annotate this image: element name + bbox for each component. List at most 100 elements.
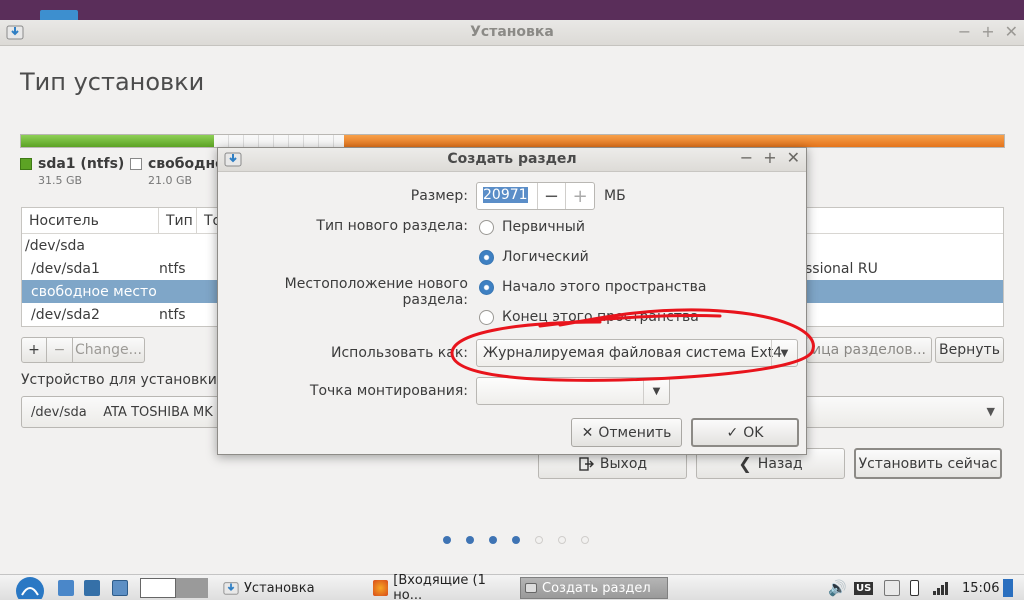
network-tool-icon[interactable] xyxy=(84,577,100,599)
ok-button[interactable]: ✓ OK xyxy=(691,418,799,447)
dialog-title: Создать раздел xyxy=(447,151,577,167)
page-title: Тип установки xyxy=(20,68,205,96)
minimize-icon[interactable]: − xyxy=(958,22,971,41)
power-icon[interactable] xyxy=(1003,577,1013,599)
progress-dot xyxy=(489,536,497,544)
row-device: /dev/sda2 xyxy=(31,306,100,323)
install-now-button[interactable]: Установить сейчас xyxy=(854,448,1002,479)
boot-device-label: Устройство для установки си xyxy=(21,372,239,388)
boot-device-value: /dev/sda ATA TOSHIBA MK xyxy=(31,404,213,420)
window-title: Установка xyxy=(470,24,554,40)
progress-dots xyxy=(443,536,589,544)
row-type: ntfs xyxy=(159,306,186,323)
radio-logical[interactable]: Логический xyxy=(479,249,589,265)
task-mail[interactable]: [Входящие (1 но... xyxy=(368,573,518,600)
task-installer[interactable]: Установка xyxy=(218,577,364,599)
maximize-icon[interactable]: + xyxy=(763,148,776,167)
ok-label: OK xyxy=(743,424,764,441)
desktop-top-strip xyxy=(0,0,1024,20)
filesystem-select[interactable]: Журналируемая файловая система Ext4 ▼ xyxy=(476,339,798,367)
column-header[interactable]: Тип xyxy=(159,208,197,233)
window-titlebar[interactable]: Установка − + ✕ xyxy=(0,20,1024,46)
workspace-2[interactable] xyxy=(176,578,208,598)
radio-location-start[interactable]: Начало этого пространства xyxy=(479,279,706,295)
progress-dot xyxy=(512,536,520,544)
chevron-down-icon: ▼ xyxy=(643,378,669,404)
legend-swatch xyxy=(20,158,32,170)
radio-indicator xyxy=(479,219,494,235)
keyboard-layout[interactable]: US xyxy=(854,577,874,599)
new-partition-table-button[interactable]: ица разделов... xyxy=(806,337,932,363)
legend-name: sda1 (ntfs) xyxy=(38,156,125,172)
change-partition-button[interactable]: Change... xyxy=(73,337,145,363)
chevron-left-icon: ❮ xyxy=(738,454,752,473)
partition-bar xyxy=(20,134,1005,148)
partition-type-label: Тип нового раздела: xyxy=(316,218,468,234)
row-type: ntfs xyxy=(159,260,186,277)
row-os: ssional RU xyxy=(805,260,878,277)
row-device: свободное место xyxy=(31,283,157,300)
battery-icon[interactable] xyxy=(910,577,919,599)
chevron-down-icon: ▼ xyxy=(986,405,995,418)
revert-button[interactable]: Вернуть xyxy=(935,337,1004,363)
installer-icon xyxy=(223,582,239,595)
maximize-icon[interactable]: + xyxy=(981,22,994,41)
quit-label: Выход xyxy=(599,455,648,472)
row-device: /dev/sda1 xyxy=(31,260,100,277)
task-label: [Входящие (1 но... xyxy=(393,573,486,600)
column-header[interactable]: Носитель xyxy=(22,208,159,233)
radio-logical-label: Логический xyxy=(502,249,589,265)
cancel-label: Отменить xyxy=(598,424,672,441)
partition-segment-free xyxy=(214,135,344,147)
size-spinner[interactable]: 20971 − + xyxy=(476,182,595,210)
mount-point-select[interactable]: ▼ xyxy=(476,377,670,405)
legend-item-sda1: sda1 (ntfs) 31.5 GB xyxy=(20,156,124,187)
close-icon[interactable]: ✕ xyxy=(1005,22,1018,41)
volume-icon[interactable]: 🔊 xyxy=(828,577,847,599)
workspace-switcher[interactable] xyxy=(140,577,208,599)
size-input[interactable]: 20971 xyxy=(483,187,528,203)
radio-indicator xyxy=(479,279,494,295)
keyboard-layout-label: US xyxy=(854,581,874,595)
legend-swatch xyxy=(130,158,142,170)
show-desktop-icon[interactable] xyxy=(112,577,128,599)
add-partition-button[interactable]: + xyxy=(21,337,47,363)
start-menu-button[interactable] xyxy=(10,577,50,599)
radio-indicator xyxy=(479,309,494,325)
progress-dot xyxy=(535,536,543,544)
check-icon: ✓ xyxy=(726,424,739,441)
taskbar: Установка [Входящие (1 но... Создать раз… xyxy=(0,573,1024,600)
task-create-partition[interactable]: Создать раздел xyxy=(520,577,668,599)
remove-partition-button[interactable]: − xyxy=(47,337,73,363)
legend-name: свободно xyxy=(148,156,225,172)
exit-icon xyxy=(579,456,594,471)
cancel-button[interactable]: ✕ Отменить xyxy=(571,418,682,447)
legend-size: 31.5 GB xyxy=(38,174,83,187)
file-manager-icon[interactable] xyxy=(58,577,74,599)
task-label: Создать раздел xyxy=(542,580,651,596)
radio-indicator xyxy=(479,249,494,265)
progress-dot xyxy=(581,536,589,544)
workspace-1[interactable] xyxy=(140,578,176,598)
task-label: Установка xyxy=(244,580,315,596)
minimize-icon[interactable]: − xyxy=(740,148,753,167)
desktop-icon xyxy=(40,10,78,20)
network-signal-icon[interactable] xyxy=(932,577,950,599)
window-icon xyxy=(525,583,537,593)
dialog-titlebar[interactable]: Создать раздел − + ✕ xyxy=(218,148,806,172)
clock[interactable]: 15:06 xyxy=(962,577,999,599)
lubuntu-logo-icon xyxy=(16,577,44,599)
decrement-button[interactable]: − xyxy=(536,183,566,209)
filesystem-value: Журналируемая файловая система Ext4 xyxy=(483,345,783,361)
close-icon[interactable]: ✕ xyxy=(787,148,800,167)
legend-size: 21.0 GB xyxy=(148,174,193,187)
size-label: Размер: xyxy=(410,188,468,204)
radio-location-end[interactable]: Конец этого пространства xyxy=(479,309,699,325)
progress-dot xyxy=(558,536,566,544)
create-partition-dialog: Создать раздел − + ✕ Размер: 20971 − + М… xyxy=(217,147,807,455)
radio-primary[interactable]: Первичный xyxy=(479,219,585,235)
updates-icon[interactable] xyxy=(884,577,900,599)
firefox-icon xyxy=(373,580,389,596)
increment-button[interactable]: + xyxy=(565,183,594,209)
close-icon: ✕ xyxy=(581,424,594,441)
